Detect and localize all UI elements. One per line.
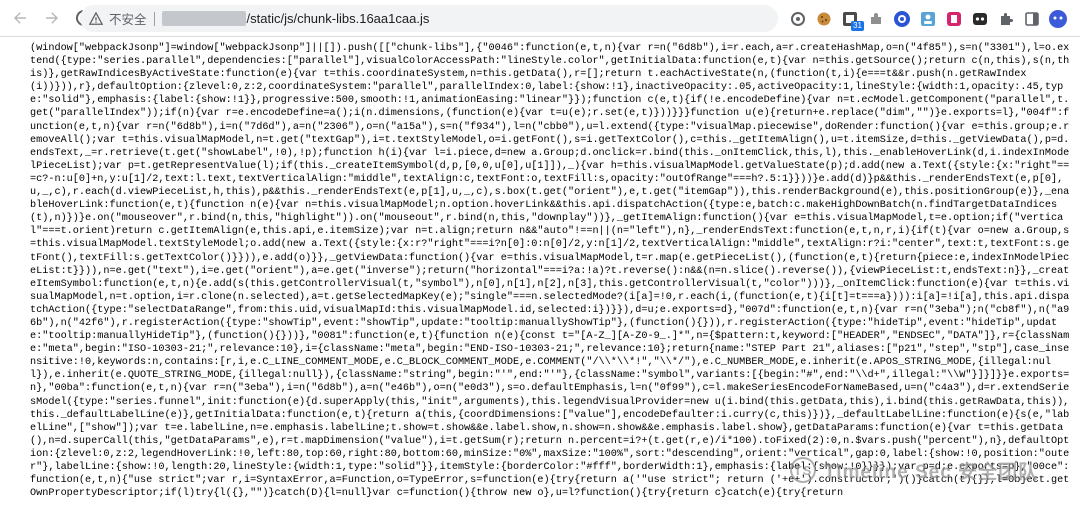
back-button[interactable] (6, 4, 34, 32)
puzzle-icon[interactable] (864, 7, 888, 31)
cookie-icon[interactable] (812, 7, 836, 31)
arrow-left-icon (14, 12, 26, 24)
profile-icon[interactable] (916, 7, 940, 31)
sidebar-icon[interactable] (1020, 7, 1044, 31)
address-bar[interactable]: 不安全 /static/js/chunk-libs.16aa1caa.js (80, 5, 778, 32)
extension-badge: 31 (851, 20, 864, 31)
forward-button[interactable] (38, 4, 66, 32)
address-separator (153, 11, 155, 26)
shield-icon[interactable] (942, 7, 966, 31)
url-path[interactable]: /static/js/chunk-libs.16aa1caa.js (247, 11, 430, 26)
puzzle-menu-icon[interactable] (994, 7, 1018, 31)
source-code-text: (window["webpackJsonp"]=window["webpackJ… (30, 43, 1070, 500)
pinwheel-icon[interactable] (890, 7, 914, 31)
translate-icon[interactable]: 31 (838, 7, 864, 31)
sync-icon[interactable] (786, 7, 810, 31)
extensions-area: 31 (786, 4, 1080, 33)
avatar[interactable] (1046, 7, 1070, 31)
warning-triangle-icon (89, 11, 103, 25)
extension-icon[interactable] (968, 7, 992, 31)
security-label[interactable]: 不安全 (109, 9, 147, 28)
menu-icon[interactable] (1072, 7, 1080, 31)
redacted-host (161, 11, 246, 26)
arrow-right-icon (46, 12, 58, 24)
browser-toolbar: 不安全 /static/js/chunk-libs.16aa1caa.js 31 (0, 0, 1080, 37)
